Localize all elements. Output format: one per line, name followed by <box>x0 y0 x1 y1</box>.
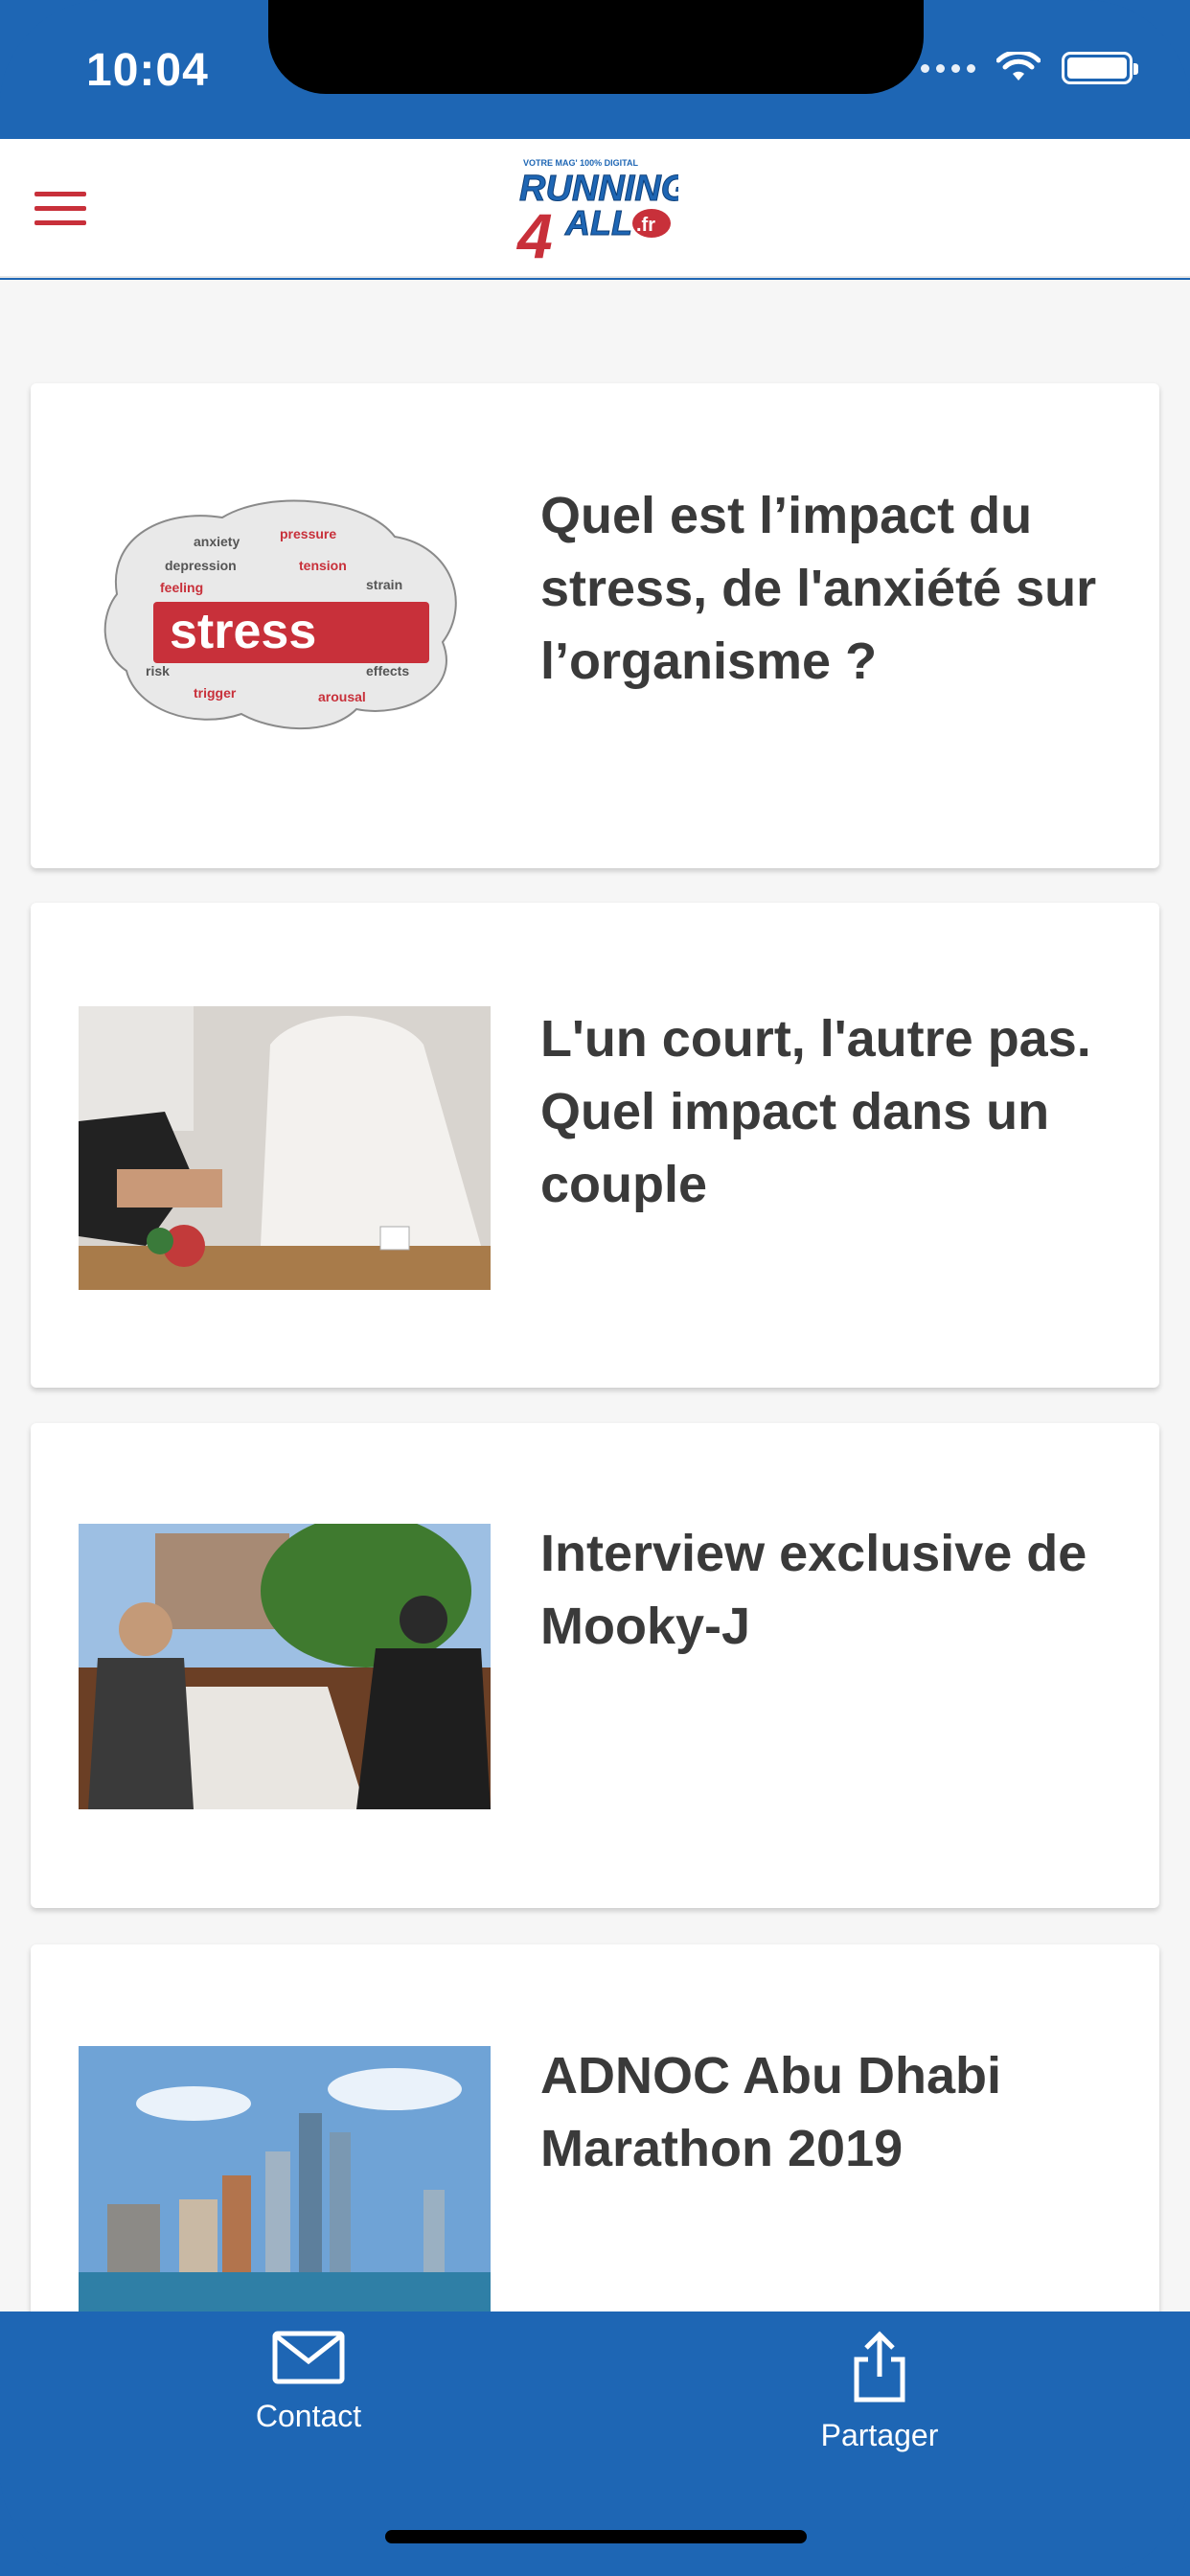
svg-text:anxiety: anxiety <box>194 534 240 549</box>
article-card[interactable]: ADNOC Abu Dhabi Marathon 2019 <box>31 1944 1159 2312</box>
tab-contact[interactable]: Contact <box>165 2331 452 2434</box>
status-bar: 10:04 <box>0 0 1190 139</box>
tab-contact-label: Contact <box>255 2399 362 2433</box>
article-title[interactable]: Quel est l’impact du stress, de l'anxiét… <box>540 479 1115 698</box>
tab-share-label: Partager <box>820 2418 939 2452</box>
home-indicator[interactable] <box>385 2530 807 2543</box>
article-image-interview <box>79 1524 491 1809</box>
logo-suffix: .fr <box>636 215 655 236</box>
logo-tagline: VOTRE MAG' 100% DIGITAL <box>523 158 638 168</box>
stress-word: stress <box>170 604 316 659</box>
battery-icon <box>1062 52 1138 84</box>
logo-all: ALL <box>564 203 632 242</box>
share-icon <box>854 2331 905 2403</box>
app-screen: 10:04 VOTRE MAG' 100% DIGITAL RUNNING 4 … <box>0 0 1190 2576</box>
running4all-logo[interactable]: VOTRE MAG' 100% DIGITAL RUNNING 4 ALL .f… <box>515 154 678 264</box>
article-image-stress: anxiety pressure depression tension stra… <box>79 479 491 767</box>
wifi-icon <box>996 52 1041 80</box>
hamburger-icon[interactable] <box>34 192 86 230</box>
article-card[interactable]: anxiety pressure depression tension stra… <box>31 383 1159 868</box>
article-list: anxiety pressure depression tension stra… <box>0 280 1190 2312</box>
article-image-abu-dhabi <box>79 2046 491 2312</box>
svg-text:arousal: arousal <box>318 689 366 704</box>
status-time: 10:04 <box>86 45 209 96</box>
article-card[interactable]: Interview exclusive de Mooky-J <box>31 1423 1159 1908</box>
signal-icon <box>921 63 975 73</box>
svg-text:strain: strain <box>366 577 402 592</box>
svg-text:tension: tension <box>299 558 347 573</box>
svg-text:trigger: trigger <box>194 685 237 701</box>
svg-text:effects: effects <box>366 663 409 678</box>
status-icons <box>921 52 1138 84</box>
svg-text:pressure: pressure <box>280 526 336 541</box>
svg-text:depression: depression <box>165 558 237 573</box>
article-card[interactable]: L'un court, l'autre pas. Quel impact dan… <box>31 903 1159 1388</box>
envelope-icon <box>272 2331 345 2384</box>
article-title[interactable]: ADNOC Abu Dhabi Marathon 2019 <box>540 2039 1115 2185</box>
logo-number: 4 <box>515 200 553 264</box>
tab-share[interactable]: Partager <box>736 2331 1023 2453</box>
article-title[interactable]: L'un court, l'autre pas. Quel impact dan… <box>540 1002 1115 1221</box>
notch <box>268 0 924 94</box>
svg-text:risk: risk <box>146 663 170 678</box>
article-title[interactable]: Interview exclusive de Mooky-J <box>540 1517 1115 1663</box>
svg-text:feeling: feeling <box>160 580 203 595</box>
navigation-bar: VOTRE MAG' 100% DIGITAL RUNNING 4 ALL .f… <box>0 139 1190 278</box>
article-image-couple <box>79 1006 491 1290</box>
